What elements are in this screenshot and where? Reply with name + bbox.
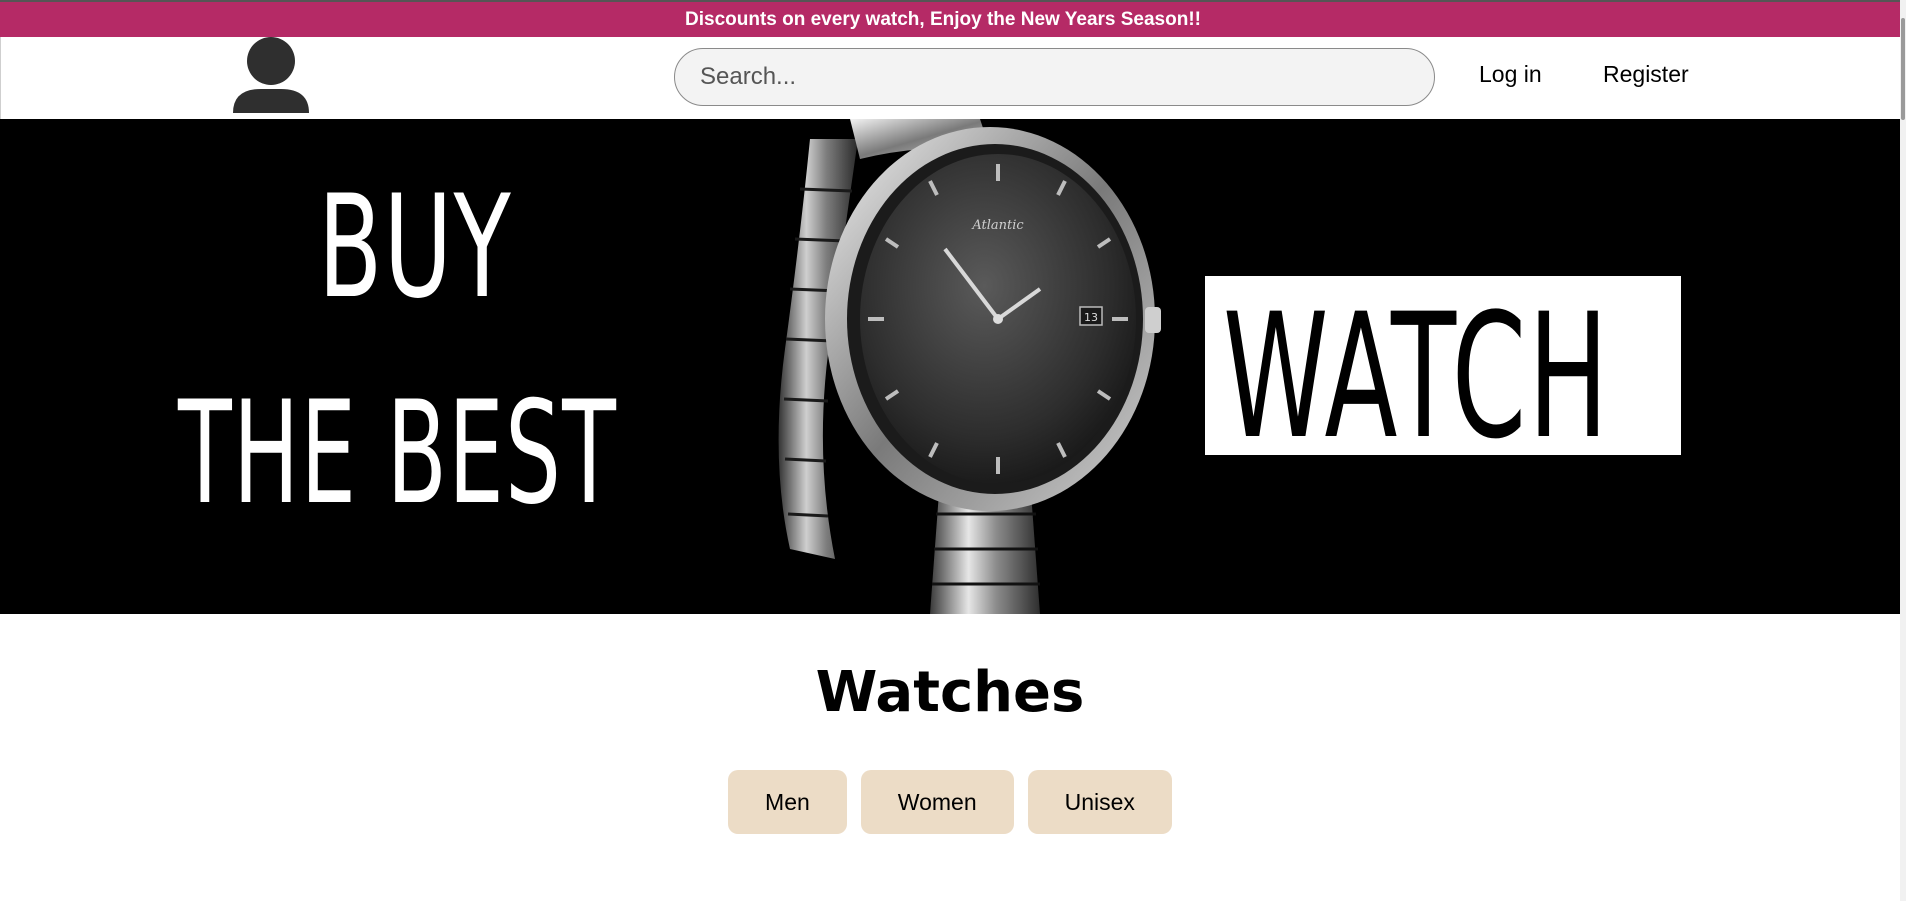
scrollbar-thumb[interactable] bbox=[1901, 18, 1905, 120]
hero-line-buy: BUY bbox=[318, 165, 513, 330]
hero-banner: BUY THE BEST 13 Atlantic WATCH bbox=[0, 119, 1900, 614]
register-link[interactable]: Register bbox=[1603, 61, 1689, 88]
dial-date: 13 bbox=[1084, 311, 1098, 324]
user-avatar-icon[interactable] bbox=[231, 37, 311, 117]
search-input[interactable] bbox=[674, 48, 1435, 106]
vertical-scrollbar[interactable] bbox=[1900, 0, 1906, 901]
login-link[interactable]: Log in bbox=[1479, 61, 1542, 88]
hero-highlight-box: WATCH bbox=[1205, 276, 1681, 477]
category-button-unisex[interactable]: Unisex bbox=[1027, 770, 1172, 834]
wristwatch-image: 13 Atlantic bbox=[778, 119, 1161, 614]
category-button-women[interactable]: Women bbox=[860, 770, 1014, 834]
promo-banner: Discounts on every watch, Enjoy the New … bbox=[0, 2, 1900, 37]
category-filter-row: Men Women Unisex bbox=[0, 770, 1900, 834]
promo-text: Discounts on every watch, Enjoy the New … bbox=[685, 8, 1201, 30]
site-header: Log in Register bbox=[0, 37, 1900, 119]
section-title: Watches bbox=[815, 660, 1085, 725]
category-button-men[interactable]: Men bbox=[728, 770, 847, 834]
hero-line-watch: WATCH bbox=[1223, 276, 1611, 477]
dial-brand: Atlantic bbox=[971, 218, 1024, 233]
hero-line-the-best: THE BEST bbox=[178, 371, 618, 536]
